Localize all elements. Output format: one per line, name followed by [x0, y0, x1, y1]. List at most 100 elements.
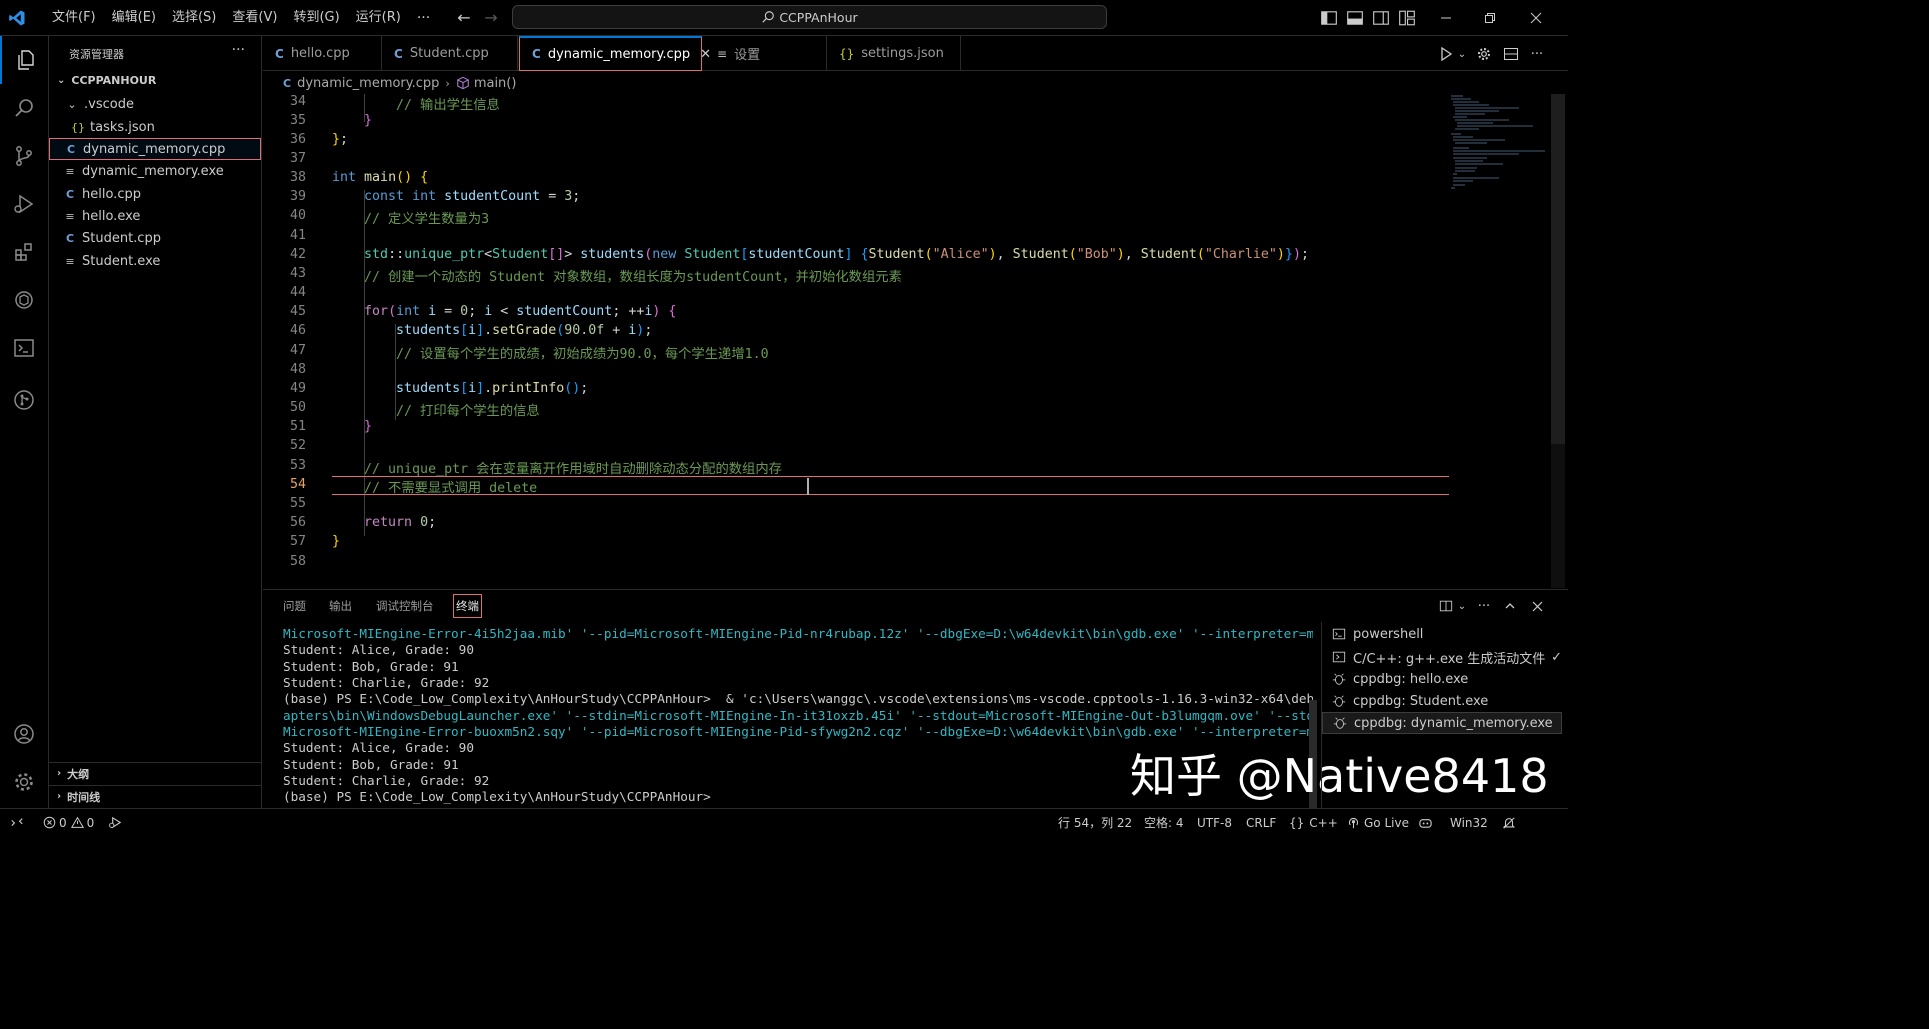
terminal-item-cppdbg-student[interactable]: cppdbg: Student.exe: [1322, 690, 1562, 712]
panel-more-icon[interactable]: ···: [1475, 597, 1493, 615]
code-line: }: [332, 534, 341, 549]
menu-selection[interactable]: 选择(S): [164, 0, 224, 36]
outline-section[interactable]: › 大纲: [49, 762, 261, 784]
editor-scroll-thumb[interactable]: [1551, 94, 1565, 444]
split-editor-icon[interactable]: [1502, 45, 1520, 63]
git-graph-icon[interactable]: [0, 376, 48, 424]
nav-forward-icon[interactable]: →: [481, 8, 501, 28]
workspace-root[interactable]: ⌄ CCPPANHOUR: [57, 74, 156, 87]
more-actions-icon[interactable]: ···: [1528, 45, 1546, 63]
close-window-icon[interactable]: [1514, 0, 1558, 36]
maximize-panel-chevron-up-icon[interactable]: [1501, 597, 1519, 615]
panel-tab-debug-console[interactable]: 调试控制台: [376, 594, 434, 618]
encoding[interactable]: UTF-8: [1197, 809, 1232, 836]
menu-go[interactable]: 转到(G): [285, 0, 347, 36]
terminal-item-powershell[interactable]: powershell: [1322, 623, 1562, 645]
line-number: 42: [289, 247, 306, 262]
line-number: 37: [289, 151, 306, 166]
terminal-item-cppdbg-hello[interactable]: cppdbg: hello.exe: [1322, 668, 1562, 690]
terminal-line: Student: Alice, Grade: 90: [283, 642, 474, 657]
terminal-line: Student: Alice, Grade: 90: [283, 740, 474, 755]
end-of-line[interactable]: CRLF: [1246, 809, 1276, 836]
problems-status[interactable]: 0 0: [43, 809, 94, 836]
code-line: }: [332, 113, 373, 128]
remote-terminal-icon[interactable]: [0, 324, 48, 372]
tab-settings-json[interactable]: {} settings.json: [827, 36, 961, 71]
toggle-panel-icon[interactable]: [1346, 9, 1364, 27]
tree-item-dynamic-memory-cpp[interactable]: C dynamic_memory.cpp: [49, 138, 261, 160]
menu-view[interactable]: 查看(V): [224, 0, 285, 36]
line-number: 47: [289, 343, 306, 358]
nav-back-icon[interactable]: ←: [454, 8, 474, 28]
chevron-down-icon: ⌄: [67, 97, 77, 111]
panel-tab-problems[interactable]: 问题: [283, 594, 306, 618]
menu-run[interactable]: 运行(R): [348, 0, 409, 36]
tree-item-label: tasks.json: [90, 119, 155, 135]
run-dropdown-chevron-icon[interactable]: ⌄: [1453, 45, 1471, 63]
tree-item-vscode-folder[interactable]: ⌄ .vscode: [49, 93, 261, 115]
customize-layout-icon[interactable]: [1398, 9, 1416, 27]
terminal-item-cppdbg-dynamic-memory[interactable]: cppdbg: dynamic_memory.exe: [1322, 712, 1562, 734]
language-mode[interactable]: {} C++: [1289, 809, 1338, 836]
tree-item-label: Student.cpp: [82, 230, 161, 246]
platform[interactable]: Win32: [1450, 809, 1488, 836]
restore-icon[interactable]: [1468, 0, 1512, 36]
minimize-icon[interactable]: [1424, 0, 1468, 36]
line-number: 40: [289, 208, 306, 223]
debug-icon: [1333, 716, 1349, 730]
settings-gear-icon[interactable]: [1475, 45, 1493, 63]
search-icon: [762, 11, 775, 23]
search-activity-icon[interactable]: [0, 84, 48, 132]
indentation[interactable]: 空格: 4: [1144, 809, 1184, 836]
menu-more-icon[interactable]: ···: [409, 10, 438, 26]
run-debug-icon[interactable]: [0, 180, 48, 228]
chatgpt-icon[interactable]: [0, 276, 48, 324]
line-number: 46: [289, 323, 306, 338]
panel-tab-output[interactable]: 输出: [329, 594, 352, 618]
tree-item-hello-exe[interactable]: ≡ hello.exe: [49, 205, 261, 227]
tree-item-label: Student.exe: [82, 253, 161, 269]
tree-item-dynamic-memory-exe[interactable]: ≡ dynamic_memory.exe: [49, 160, 261, 182]
tree-item-student-exe[interactable]: ≡ Student.exe: [49, 250, 261, 272]
error-icon: [43, 816, 56, 829]
minimap[interactable]: [1449, 94, 1549, 194]
close-panel-icon[interactable]: [1528, 597, 1546, 615]
breadcrumb-file[interactable]: dynamic_memory.cpp: [297, 76, 439, 91]
menu-edit[interactable]: 编辑(E): [104, 0, 164, 36]
notifications-bell-icon[interactable]: [1502, 809, 1516, 836]
account-icon[interactable]: [0, 710, 48, 758]
editor-vertical-scrollbar[interactable]: [1551, 94, 1565, 588]
settings-lines-icon: ≡: [717, 46, 728, 61]
code-line: std::unique_ptr<Student[]> students(new …: [364, 247, 1309, 262]
outline-section-label: 大纲: [67, 767, 90, 781]
copilot-icon[interactable]: [1418, 809, 1433, 836]
breadcrumb-symbol[interactable]: main(): [474, 76, 517, 91]
debug-launch-icon[interactable]: [108, 809, 123, 836]
tree-item-hello-cpp[interactable]: C hello.cpp: [49, 183, 261, 205]
menu-file[interactable]: 文件(F): [44, 0, 104, 36]
code-line: // 定义学生数量为3: [332, 212, 490, 227]
manage-gear-icon[interactable]: [0, 758, 48, 806]
explorer-more-icon[interactable]: ···: [232, 42, 245, 58]
source-control-icon[interactable]: [0, 132, 48, 180]
tree-item-tasks-json[interactable]: {} tasks.json: [49, 116, 261, 138]
tree-item-student-cpp[interactable]: C Student.cpp: [49, 227, 261, 249]
tab-settings[interactable]: ≡ 设置: [705, 36, 827, 71]
extensions-icon[interactable]: [0, 228, 48, 276]
tab-hello-cpp[interactable]: C hello.cpp: [263, 36, 382, 71]
go-live-button[interactable]: Go Live: [1347, 809, 1409, 836]
remote-indicator-icon[interactable]: [10, 809, 24, 836]
code-line: int main() {: [332, 170, 429, 185]
explorer-icon[interactable]: [0, 36, 48, 84]
tab-dynamic-memory-cpp[interactable]: C dynamic_memory.cpp ✕: [519, 36, 711, 71]
cursor-position[interactable]: 行 54，列 22: [1058, 809, 1132, 836]
command-center-search[interactable]: CCPPAnHour: [512, 5, 1107, 29]
terminal-dropdown-chevron-icon[interactable]: ⌄: [1453, 597, 1471, 615]
terminal-item-gpp-build[interactable]: C/C++: g++.exe 生成活动文件 ✓: [1322, 646, 1562, 668]
code-editor[interactable]: 34 35 36 37 38 39 40 41 42 43 44 45 46 4…: [263, 94, 1568, 588]
toggle-secondary-sidebar-icon[interactable]: [1372, 9, 1390, 27]
toggle-primary-sidebar-icon[interactable]: [1320, 9, 1338, 27]
timeline-section[interactable]: › 时间线: [49, 785, 261, 807]
panel-tab-terminal[interactable]: 终端: [453, 594, 482, 618]
tab-student-cpp[interactable]: C Student.cpp: [382, 36, 518, 71]
